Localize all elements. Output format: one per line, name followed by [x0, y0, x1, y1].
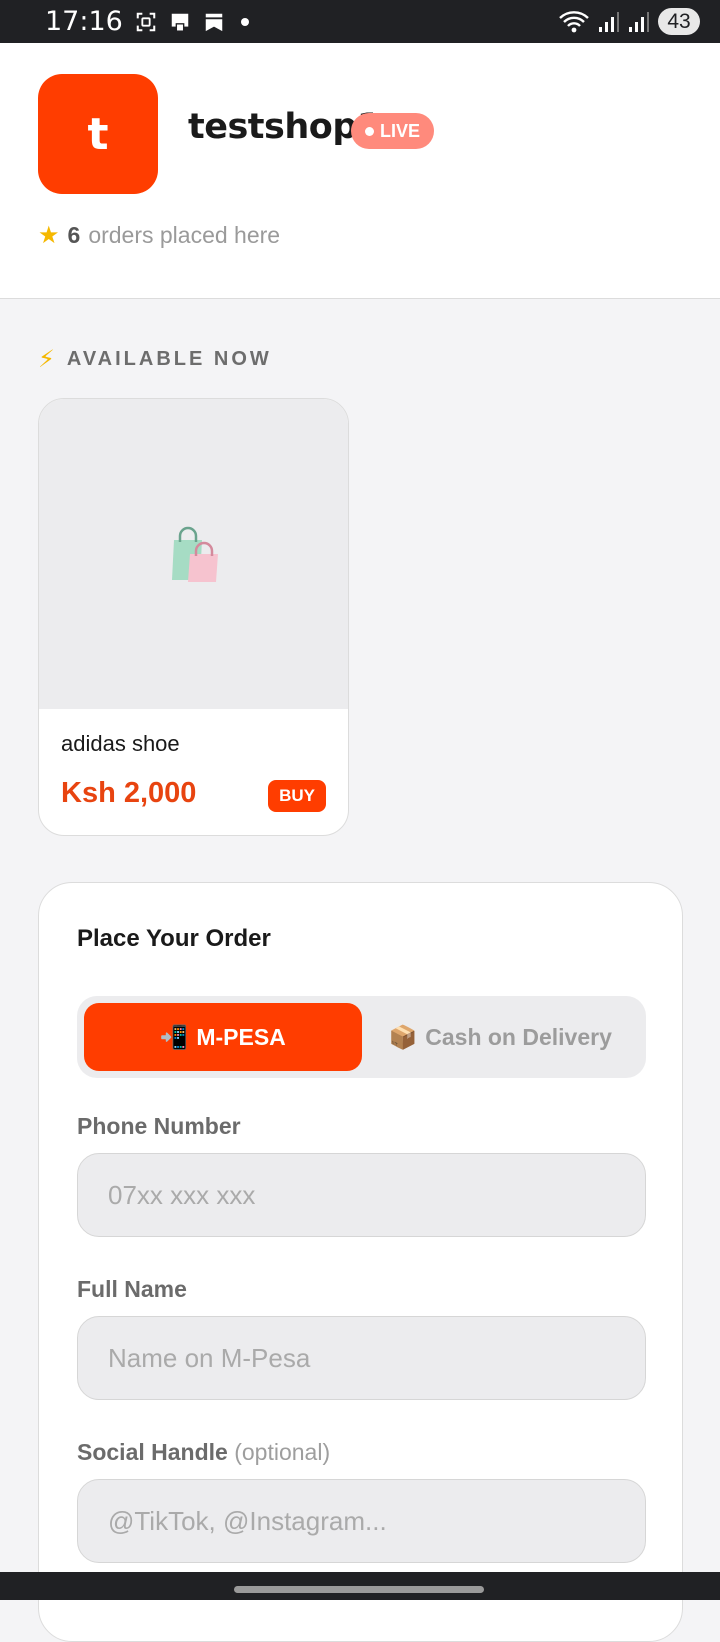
status-left: 17:16: [45, 6, 249, 37]
phone-input[interactable]: [77, 1153, 646, 1237]
optional-hint: (optional): [234, 1439, 331, 1465]
star-icon: ★: [38, 222, 60, 249]
orders-count: 6: [67, 222, 81, 248]
system-nav-bar: [0, 1572, 720, 1600]
battery-indicator: 43: [658, 8, 700, 35]
shop-logo: t: [38, 74, 158, 194]
orders-summary: ★ 6 orders placed here: [38, 221, 280, 250]
live-dot-icon: [365, 126, 374, 136]
phone-label: Phone Number: [77, 1113, 241, 1139]
phone-icon: 📲: [159, 1023, 189, 1050]
live-badge: LIVE: [351, 113, 435, 149]
status-time: 17:16: [45, 6, 123, 37]
status-bar: 17:16 43: [0, 0, 720, 43]
live-badge-label: LIVE: [380, 120, 421, 141]
wifi-icon: [559, 10, 589, 32]
shopping-bags-icon: [171, 526, 218, 582]
available-title-text: AVAILABLE NOW: [66, 348, 272, 370]
social-handle-input[interactable]: [77, 1479, 646, 1563]
full-name-label: Full Name: [77, 1276, 187, 1302]
shop-header: t testshop1 LIVE ★ 6 orders placed here: [0, 43, 720, 299]
product-name: adidas shoe: [61, 731, 180, 756]
bookmark-icon: [205, 13, 223, 31]
dot-icon: [240, 17, 249, 26]
buy-button[interactable]: BUY: [268, 780, 326, 812]
screenshot-icon: [136, 12, 156, 31]
signal-icon: [599, 11, 619, 32]
mpesa-option-button[interactable]: 📲 M-PESA: [84, 1003, 362, 1071]
social-handle-label: Social Handle (optional): [77, 1439, 330, 1466]
social-handle-label-text: Social Handle: [77, 1439, 228, 1465]
cash-on-delivery-option-button[interactable]: 📦 Cash on Delivery: [362, 1003, 640, 1071]
order-form-card: Place Your Order 📲 M-PESA 📦 Cash on Deli…: [38, 882, 683, 1642]
sim-icon: [171, 13, 189, 32]
signal-icon: [629, 11, 649, 32]
product-card[interactable]: adidas shoe Ksh 2,000 BUY: [38, 398, 349, 836]
lightning-icon: ⚡: [38, 346, 55, 373]
product-image: [39, 399, 348, 709]
payment-method-toggle: 📲 M-PESA 📦 Cash on Delivery: [77, 996, 646, 1078]
status-right: 43: [558, 8, 700, 35]
home-gesture-handle[interactable]: [234, 1586, 484, 1593]
orders-text: orders placed here: [88, 222, 281, 248]
available-section-title: ⚡ AVAILABLE NOW: [38, 345, 272, 374]
order-form-title: Place Your Order: [77, 925, 271, 952]
cash-on-delivery-label: Cash on Delivery: [425, 1023, 612, 1050]
product-price: Ksh 2,000: [61, 777, 197, 809]
mpesa-option-label: M-PESA: [196, 1023, 286, 1050]
package-icon: 📦: [388, 1023, 418, 1050]
full-name-input[interactable]: [77, 1316, 646, 1400]
